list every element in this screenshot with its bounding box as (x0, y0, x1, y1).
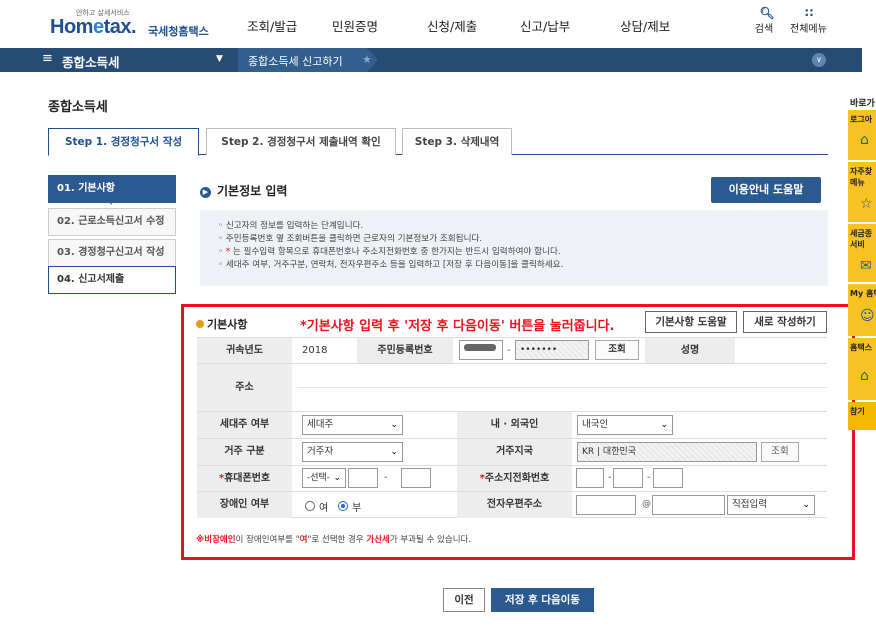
prev-button[interactable]: 이전 (443, 588, 485, 612)
notice-box: ◦ 신고자의 정보를 입력하는 단계입니다. ◦ 주민등록번호 옆 조회버튼을 … (200, 210, 828, 286)
save-next-button[interactable]: 저장 후 다음이동 (491, 588, 594, 612)
star-outline-icon: ☆ (860, 196, 873, 212)
home-icon: ⌂ (860, 368, 869, 384)
quick-menu-title: 바로가 (850, 99, 875, 109)
quick-favorites[interactable]: 자주찾 메뉴 ☆ (848, 162, 876, 222)
phone-area-field[interactable] (576, 468, 604, 488)
phone-last-field[interactable] (653, 468, 683, 488)
breadcrumb[interactable]: 종합소득세 신고하기 ★ (238, 48, 378, 72)
penalty-footnote: ※비장애인이 장애인여부를 "여"로 선택한 경우 가산세가 부과될 수 있습니… (196, 535, 472, 545)
section-title: 기본사항 (196, 316, 247, 332)
residence-select[interactable]: 거주자 ⌄ (302, 442, 403, 462)
phone-label: *주소지전화번호 (457, 466, 572, 491)
household-select[interactable]: 세대주 ⌄ (302, 415, 403, 435)
disabled-label: 장애인 여부 (197, 492, 292, 518)
mobile-middle-field[interactable] (348, 468, 378, 488)
chevron-down-icon: ⌄ (660, 420, 668, 430)
step-tabs: Step 1. 경정청구서 작성 Step 2. 경정청구서 제출내역 확인 S… (48, 128, 828, 156)
sidebar-item-earned-income[interactable]: 02. 근로소득신고서 수정 (48, 208, 176, 236)
quick-my-hometax[interactable]: My 홈택☺ (848, 284, 876, 336)
email-id-field[interactable] (576, 495, 636, 515)
nav-filing[interactable]: 신고/납부 (520, 16, 570, 36)
tab-step3[interactable]: Step 3. 삭제내역 (402, 128, 512, 155)
country-field: KR | 대한민국 (577, 442, 757, 462)
lock-icon: ⌂ (860, 132, 869, 148)
quick-close[interactable]: 참기 (848, 402, 876, 430)
nationality-label: 내 · 외국인 (457, 412, 572, 438)
form-row-contact: *휴대폰번호 -선택- ⌄ - *주소지전화번호 - - (197, 465, 827, 491)
email-domain-field[interactable] (652, 495, 725, 515)
disabled-no-radio[interactable] (338, 501, 348, 511)
instruction-message: *기본사항 입력 후 '저장 후 다음이동' 버튼을 눌러줍니다. (300, 319, 615, 334)
arrow-right-icon: ▶ (200, 187, 211, 198)
hamburger-icon[interactable]: ≡ (42, 51, 53, 66)
mail-icon: ✉ (860, 258, 872, 274)
residence-label: 거주 구분 (197, 439, 292, 465)
email-domain-select[interactable]: 직접입력 ⌄ (727, 495, 815, 515)
info-heading: ▶ 기본정보 입력 (200, 182, 287, 199)
quick-menu: 바로가 로그아⌂ 자주찾 메뉴☆ 세금종 서비✉ My 홈택☺ 홈택스⌂ 참기 (848, 96, 876, 637)
rrn-back-field[interactable]: ••••••• (515, 340, 589, 360)
nationality-select[interactable]: 내국인 ⌄ (577, 415, 673, 435)
breadcrumb-label: 종합소득세 신고하기 (248, 55, 343, 68)
arrow-down-icon: ▼ (108, 197, 115, 206)
logo-wordmark: Hometax. (50, 16, 137, 38)
mobile-last-field[interactable] (401, 468, 431, 488)
sidebar-item-correction[interactable]: 03. 경정청구신고서 작성 (48, 239, 176, 267)
nav-consult[interactable]: 상담/제보 (620, 16, 670, 36)
logo-korean-name: 국세청홈택스 (148, 25, 209, 38)
nav-inquiry[interactable]: 조회/발급 (247, 16, 297, 36)
star-icon[interactable]: ★ (362, 53, 372, 66)
sub-navbar: ≡ 종합소득세 ▼ 종합소득세 신고하기 ★ ∨ (0, 48, 862, 72)
phone-middle-field[interactable] (613, 468, 643, 488)
search-button[interactable]: 🔍︎ 검색 (754, 6, 780, 35)
chevron-down-icon: ⌄ (390, 420, 398, 430)
mobile-prefix-select[interactable]: -선택- ⌄ (302, 468, 346, 488)
chevron-down-icon: ⌄ (390, 447, 398, 457)
search-icon: 🔍︎ (759, 6, 775, 20)
nav-application[interactable]: 신청/제출 (427, 16, 477, 36)
rrn-lookup-button[interactable]: 조회 (595, 340, 639, 360)
mobile-label: *휴대폰번호 (197, 466, 292, 491)
address-label: 주소 (197, 364, 292, 411)
disabled-yes-label: 여 (319, 503, 329, 514)
year-label: 귀속년도 (197, 338, 292, 363)
quick-tax-services[interactable]: 세금종 서비 ✉ (848, 224, 876, 282)
form-row-id: 귀속년도 2018 주민등록번호 - ••••••• 조회 성명 (197, 337, 827, 363)
usage-help-button[interactable]: 이용안내 도움말 (711, 177, 821, 203)
grid-menu-icon: ∷ (804, 6, 814, 20)
expand-circle-icon[interactable]: ∨ (812, 53, 826, 67)
email-label: 전자우편주소 (457, 492, 572, 518)
all-menu-button[interactable]: ∷ 전체메뉴 (790, 6, 827, 35)
rrn-front-field[interactable] (459, 340, 503, 360)
quick-hometax[interactable]: 홈택스 ⌂ (848, 338, 876, 400)
person-icon: ☺ (860, 308, 875, 324)
rrn-label: 주민등록번호 (357, 338, 453, 363)
caret-down-icon[interactable]: ▼ (216, 54, 223, 64)
household-label: 세대주 여부 (197, 412, 292, 438)
year-value: 2018 (302, 345, 328, 356)
sidebar-item-submit[interactable]: 04. 신고서제출 (48, 266, 176, 294)
form-row-disabled: 장애인 여부 여 부 전자우편주소 @ 직접입력 ⌄ (197, 491, 827, 518)
tab-step1[interactable]: Step 1. 경정청구서 작성 (48, 128, 199, 156)
name-label: 성명 (645, 338, 735, 363)
country-label: 거주지국 (457, 439, 572, 465)
country-lookup-button[interactable]: 조회 (761, 442, 799, 462)
quick-logout[interactable]: 로그아 ⌂ (848, 110, 876, 160)
form-row-residence: 거주 구분 거주자 ⌄ 거주지국 KR | 대한민국 조회 (197, 438, 827, 465)
nav-certificate[interactable]: 민원증명 (332, 16, 378, 36)
form-row-address: 주소 (197, 363, 827, 411)
menu-title[interactable]: 종합소득세 (62, 52, 120, 71)
page-title: 종합소득세 (48, 100, 108, 115)
disabled-no-label: 부 (352, 503, 362, 514)
form-row-household: 세대주 여부 세대주 ⌄ 내 · 외국인 내국인 ⌄ (197, 411, 827, 438)
disabled-yes-radio[interactable] (305, 501, 315, 511)
chevron-down-icon: ⌄ (802, 500, 810, 510)
tab-step2[interactable]: Step 2. 경정청구서 제출내역 확인 (206, 128, 396, 155)
basic-help-button[interactable]: 기본사항 도움말 (645, 311, 737, 333)
new-write-button[interactable]: 새로 작성하기 (743, 311, 827, 333)
